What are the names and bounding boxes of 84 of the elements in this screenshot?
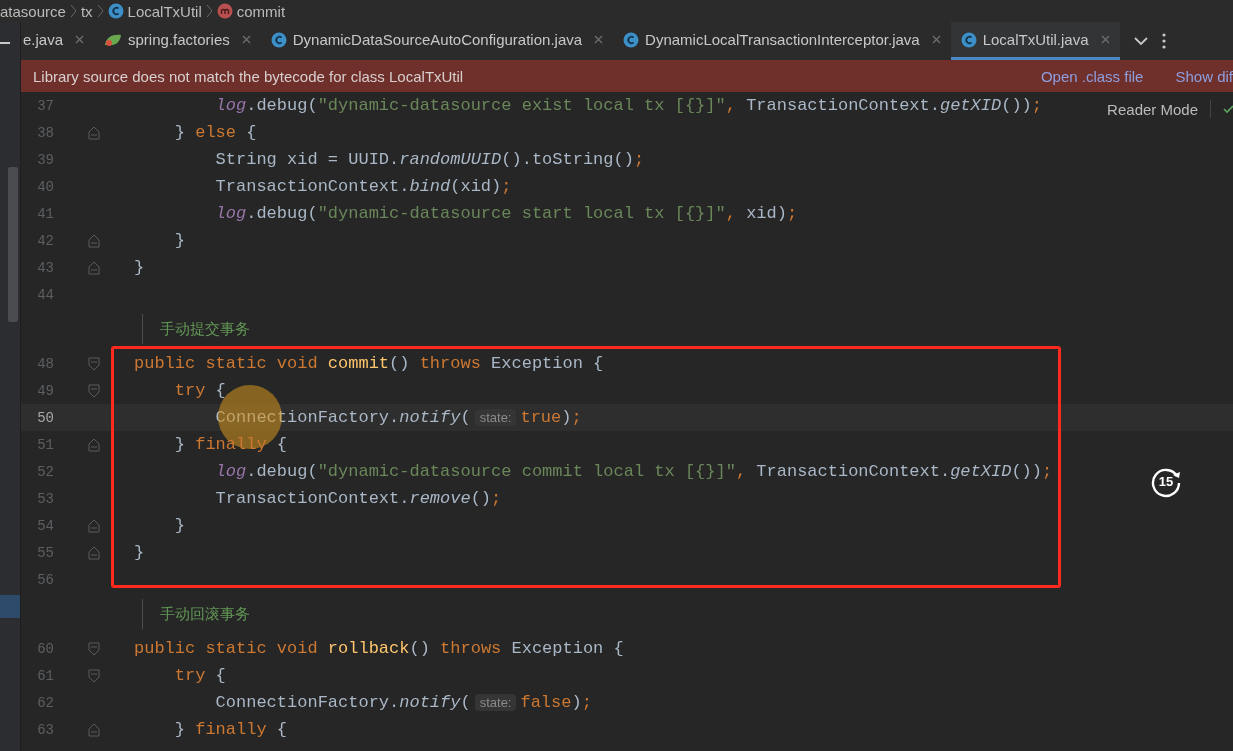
line-number: 53 xyxy=(36,490,54,507)
code-line: } finally { xyxy=(174,434,288,456)
chevron-down-icon[interactable] xyxy=(1133,37,1148,45)
code-line: TransactionContext.remove(); xyxy=(215,488,502,510)
breadcrumb-item[interactable]: atasource xyxy=(0,2,66,20)
close-icon[interactable] xyxy=(75,35,85,44)
fold-icon[interactable] xyxy=(88,437,100,452)
scrollbar-thumb[interactable] xyxy=(8,167,18,322)
editor-tab[interactable]: LocalTxUtil.java xyxy=(950,22,1120,60)
code-line: } else { xyxy=(174,122,257,144)
line-number: 50 xyxy=(36,409,54,426)
fold-icon[interactable] xyxy=(88,641,100,656)
line-number: 43 xyxy=(36,259,54,276)
class-icon xyxy=(623,31,640,48)
line-number: 63 xyxy=(36,721,54,738)
fold-icon[interactable] xyxy=(88,722,100,737)
line-number: 54 xyxy=(36,517,54,534)
code-line: String xid = UUID.randomUUID().toString(); xyxy=(215,149,645,171)
close-icon[interactable] xyxy=(931,35,941,44)
code-line: TransactionContext.bind(xid); xyxy=(215,176,512,198)
close-icon[interactable] xyxy=(594,35,604,44)
code-line: } xyxy=(174,230,185,252)
code-line: try { xyxy=(174,380,226,402)
line-number: 60 xyxy=(36,640,54,657)
code-line: log.debug("dynamic-datasource exist local tx [{}]", TransactionContext.getXID()); xyxy=(215,95,1042,117)
fold-icon[interactable] xyxy=(88,518,100,533)
class-icon xyxy=(107,3,124,19)
fold-icon[interactable] xyxy=(88,383,100,398)
line-number: 62 xyxy=(36,694,54,711)
check-icon[interactable] xyxy=(1223,104,1233,114)
banner-link[interactable]: Open .class file xyxy=(1040,67,1144,85)
breadcrumb-item[interactable]: tx xyxy=(80,2,93,20)
close-icon[interactable] xyxy=(1100,35,1110,44)
skip-forward-button[interactable]: 15 xyxy=(1149,464,1183,498)
chevron-icon xyxy=(205,3,213,19)
line-number: 40 xyxy=(36,178,54,195)
close-icon[interactable] xyxy=(241,35,251,44)
more-icon[interactable] xyxy=(1161,33,1166,49)
code-line: public static void commit() throws Exception { xyxy=(134,353,604,375)
fold-icon[interactable] xyxy=(88,260,100,275)
line-number: 37 xyxy=(36,97,54,114)
line-number: 48 xyxy=(36,355,54,372)
breadcrumb-item[interactable]: LocalTxUtil xyxy=(127,2,202,20)
chevron-icon xyxy=(96,3,104,19)
line-number: 39 xyxy=(36,151,54,168)
fold-icon[interactable] xyxy=(88,125,100,140)
code-line: } xyxy=(174,515,185,537)
editor-tab[interactable]: DynamicLocalTransactionInterceptor.java xyxy=(613,22,951,60)
line-number: 38 xyxy=(36,124,54,141)
doc-comment: 手动提交事务 xyxy=(142,314,250,344)
leaf-icon xyxy=(104,32,123,47)
line-number: 49 xyxy=(36,382,54,399)
line-number: 42 xyxy=(36,232,54,249)
banner-message: Library source does not match the bytecode for class LocalTxUtil xyxy=(33,67,465,85)
class-icon xyxy=(960,31,977,48)
editor-tab[interactable]: e.java xyxy=(21,22,95,60)
code-line: ConnectionFactory.notify( state: false); xyxy=(215,692,592,714)
breadcrumb-item[interactable]: commit xyxy=(236,2,286,20)
code-line: try { xyxy=(174,665,226,687)
fold-icon[interactable] xyxy=(88,233,100,248)
line-number: 55 xyxy=(36,544,54,561)
code-line: } finally { xyxy=(174,719,288,741)
line-number: 52 xyxy=(36,463,54,480)
line-number: 61 xyxy=(36,667,54,684)
editor-tab[interactable]: DynamicDataSourceAutoConfiguration.java xyxy=(260,22,614,60)
editor-tab[interactable]: spring.factories xyxy=(94,22,261,60)
line-number: 56 xyxy=(36,571,54,588)
fold-icon[interactable] xyxy=(88,356,100,371)
fold-icon[interactable] xyxy=(88,668,100,683)
banner-link[interactable]: Show dif xyxy=(1175,67,1233,85)
code-line: log.debug("dynamic-datasource start local tx [{}]", xid); xyxy=(215,203,798,225)
line-number: 51 xyxy=(36,436,54,453)
chevron-icon xyxy=(69,3,77,19)
code-line: public static void rollback() throws Exception { xyxy=(134,638,624,660)
code-line: } xyxy=(134,542,145,564)
fold-icon[interactable] xyxy=(88,545,100,560)
line-number: 44 xyxy=(36,286,54,303)
method-icon xyxy=(216,3,233,19)
code-line: } xyxy=(134,257,145,279)
class-icon xyxy=(270,31,287,48)
doc-comment: 手动回滚事务 xyxy=(142,599,250,629)
line-number: 41 xyxy=(36,205,54,222)
code-line: log.debug("dynamic-datasource commit local tx [{}]", TransactionContext.getXID()); xyxy=(215,461,1053,483)
reader-mode-link[interactable]: Reader Mode xyxy=(1107,100,1198,118)
